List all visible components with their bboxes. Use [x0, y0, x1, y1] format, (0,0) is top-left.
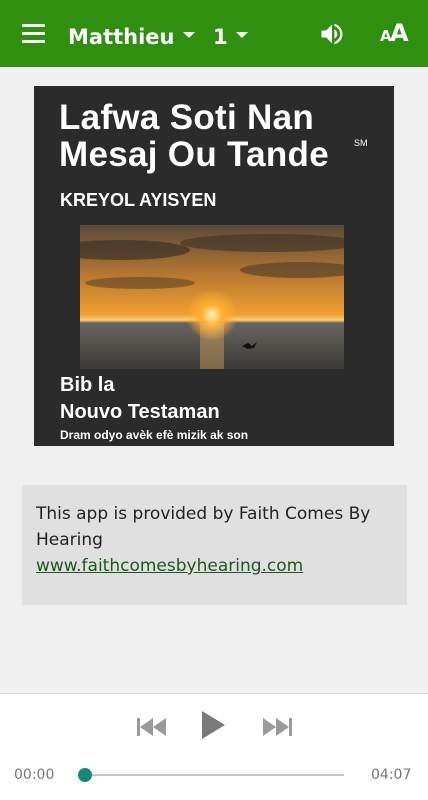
cover-language: KREYOL AYISYEN — [60, 190, 217, 210]
font-size-icon[interactable]: A A — [378, 18, 412, 48]
provider-text: This app is provided by Faith Comes By H… — [36, 504, 371, 550]
cover-title-line2: Mesaj Ou Tande — [59, 135, 329, 174]
play-icon[interactable] — [200, 710, 226, 744]
total-time: 04:07 — [371, 767, 412, 783]
cover-bible-label: Bib la — [60, 374, 115, 396]
service-mark: SM — [354, 138, 368, 148]
skip-previous-icon[interactable] — [137, 716, 167, 742]
sunset-photo — [80, 225, 344, 369]
chevron-down-icon — [235, 32, 248, 38]
chevron-down-icon — [182, 32, 195, 38]
audio-player: 00:00 04:07 — [0, 693, 428, 800]
cover-title: Lafwa Soti Nan Mesaj Ou Tande — [59, 99, 379, 173]
cover-image: Lafwa Soti Nan Mesaj Ou Tande SM KREYOL … — [34, 86, 394, 446]
volume-icon[interactable] — [318, 20, 346, 48]
app-bar: Matthieu 1 A A — [0, 0, 428, 67]
book-label: Matthieu — [68, 25, 175, 49]
cover-drama-label: Dram odyo avèk efè mizik ak son — [60, 428, 249, 442]
seek-thumb[interactable] — [78, 768, 92, 782]
font-size-large-glyph: A — [390, 19, 409, 47]
provider-link[interactable]: www.faithcomesbyhearing.com — [36, 553, 393, 579]
skip-next-icon[interactable] — [262, 716, 292, 742]
cover-nt-label: Nouvo Testaman — [60, 401, 220, 423]
seek-bar[interactable] — [86, 774, 344, 776]
provider-info-card: This app is provided by Faith Comes By H… — [22, 485, 407, 605]
current-time: 00:00 — [14, 767, 55, 783]
menu-icon[interactable] — [14, 22, 54, 48]
chapter-dropdown[interactable]: 1 — [213, 22, 248, 52]
cover-title-line1: Lafwa Soti Nan — [59, 98, 315, 137]
book-dropdown[interactable]: Matthieu — [68, 22, 195, 52]
chapter-label: 1 — [213, 25, 228, 49]
